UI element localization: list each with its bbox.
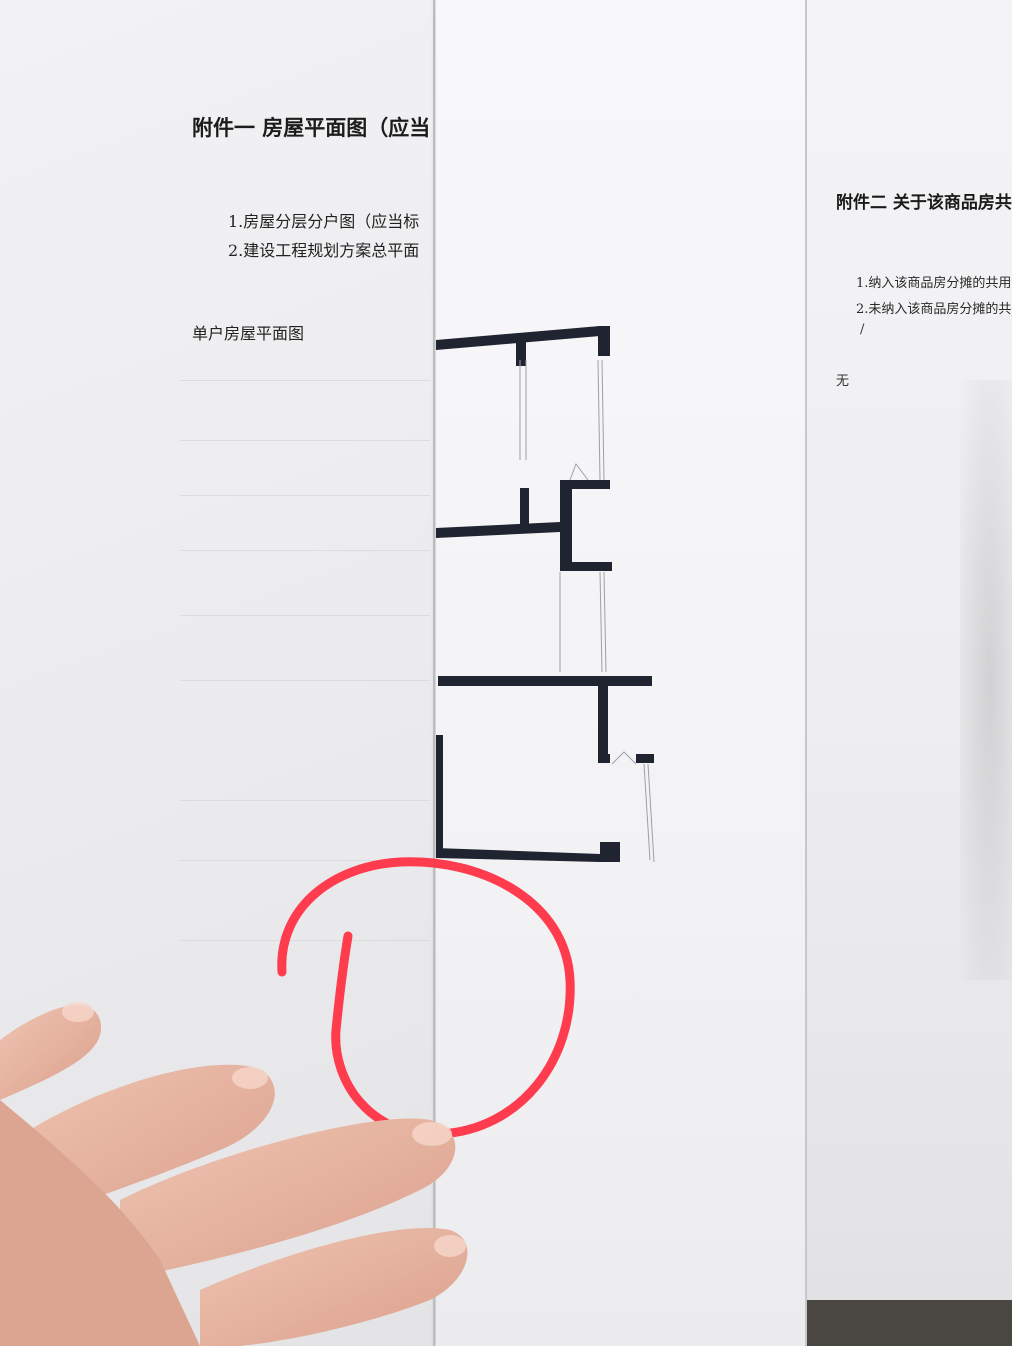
- hand-holding-paper: [0, 1002, 468, 1346]
- photo-scene: 附件二 关于该商品房共 1.纳入该商品房分摊的共用 2.未纳入该商品房分摊的共 …: [0, 0, 1012, 1346]
